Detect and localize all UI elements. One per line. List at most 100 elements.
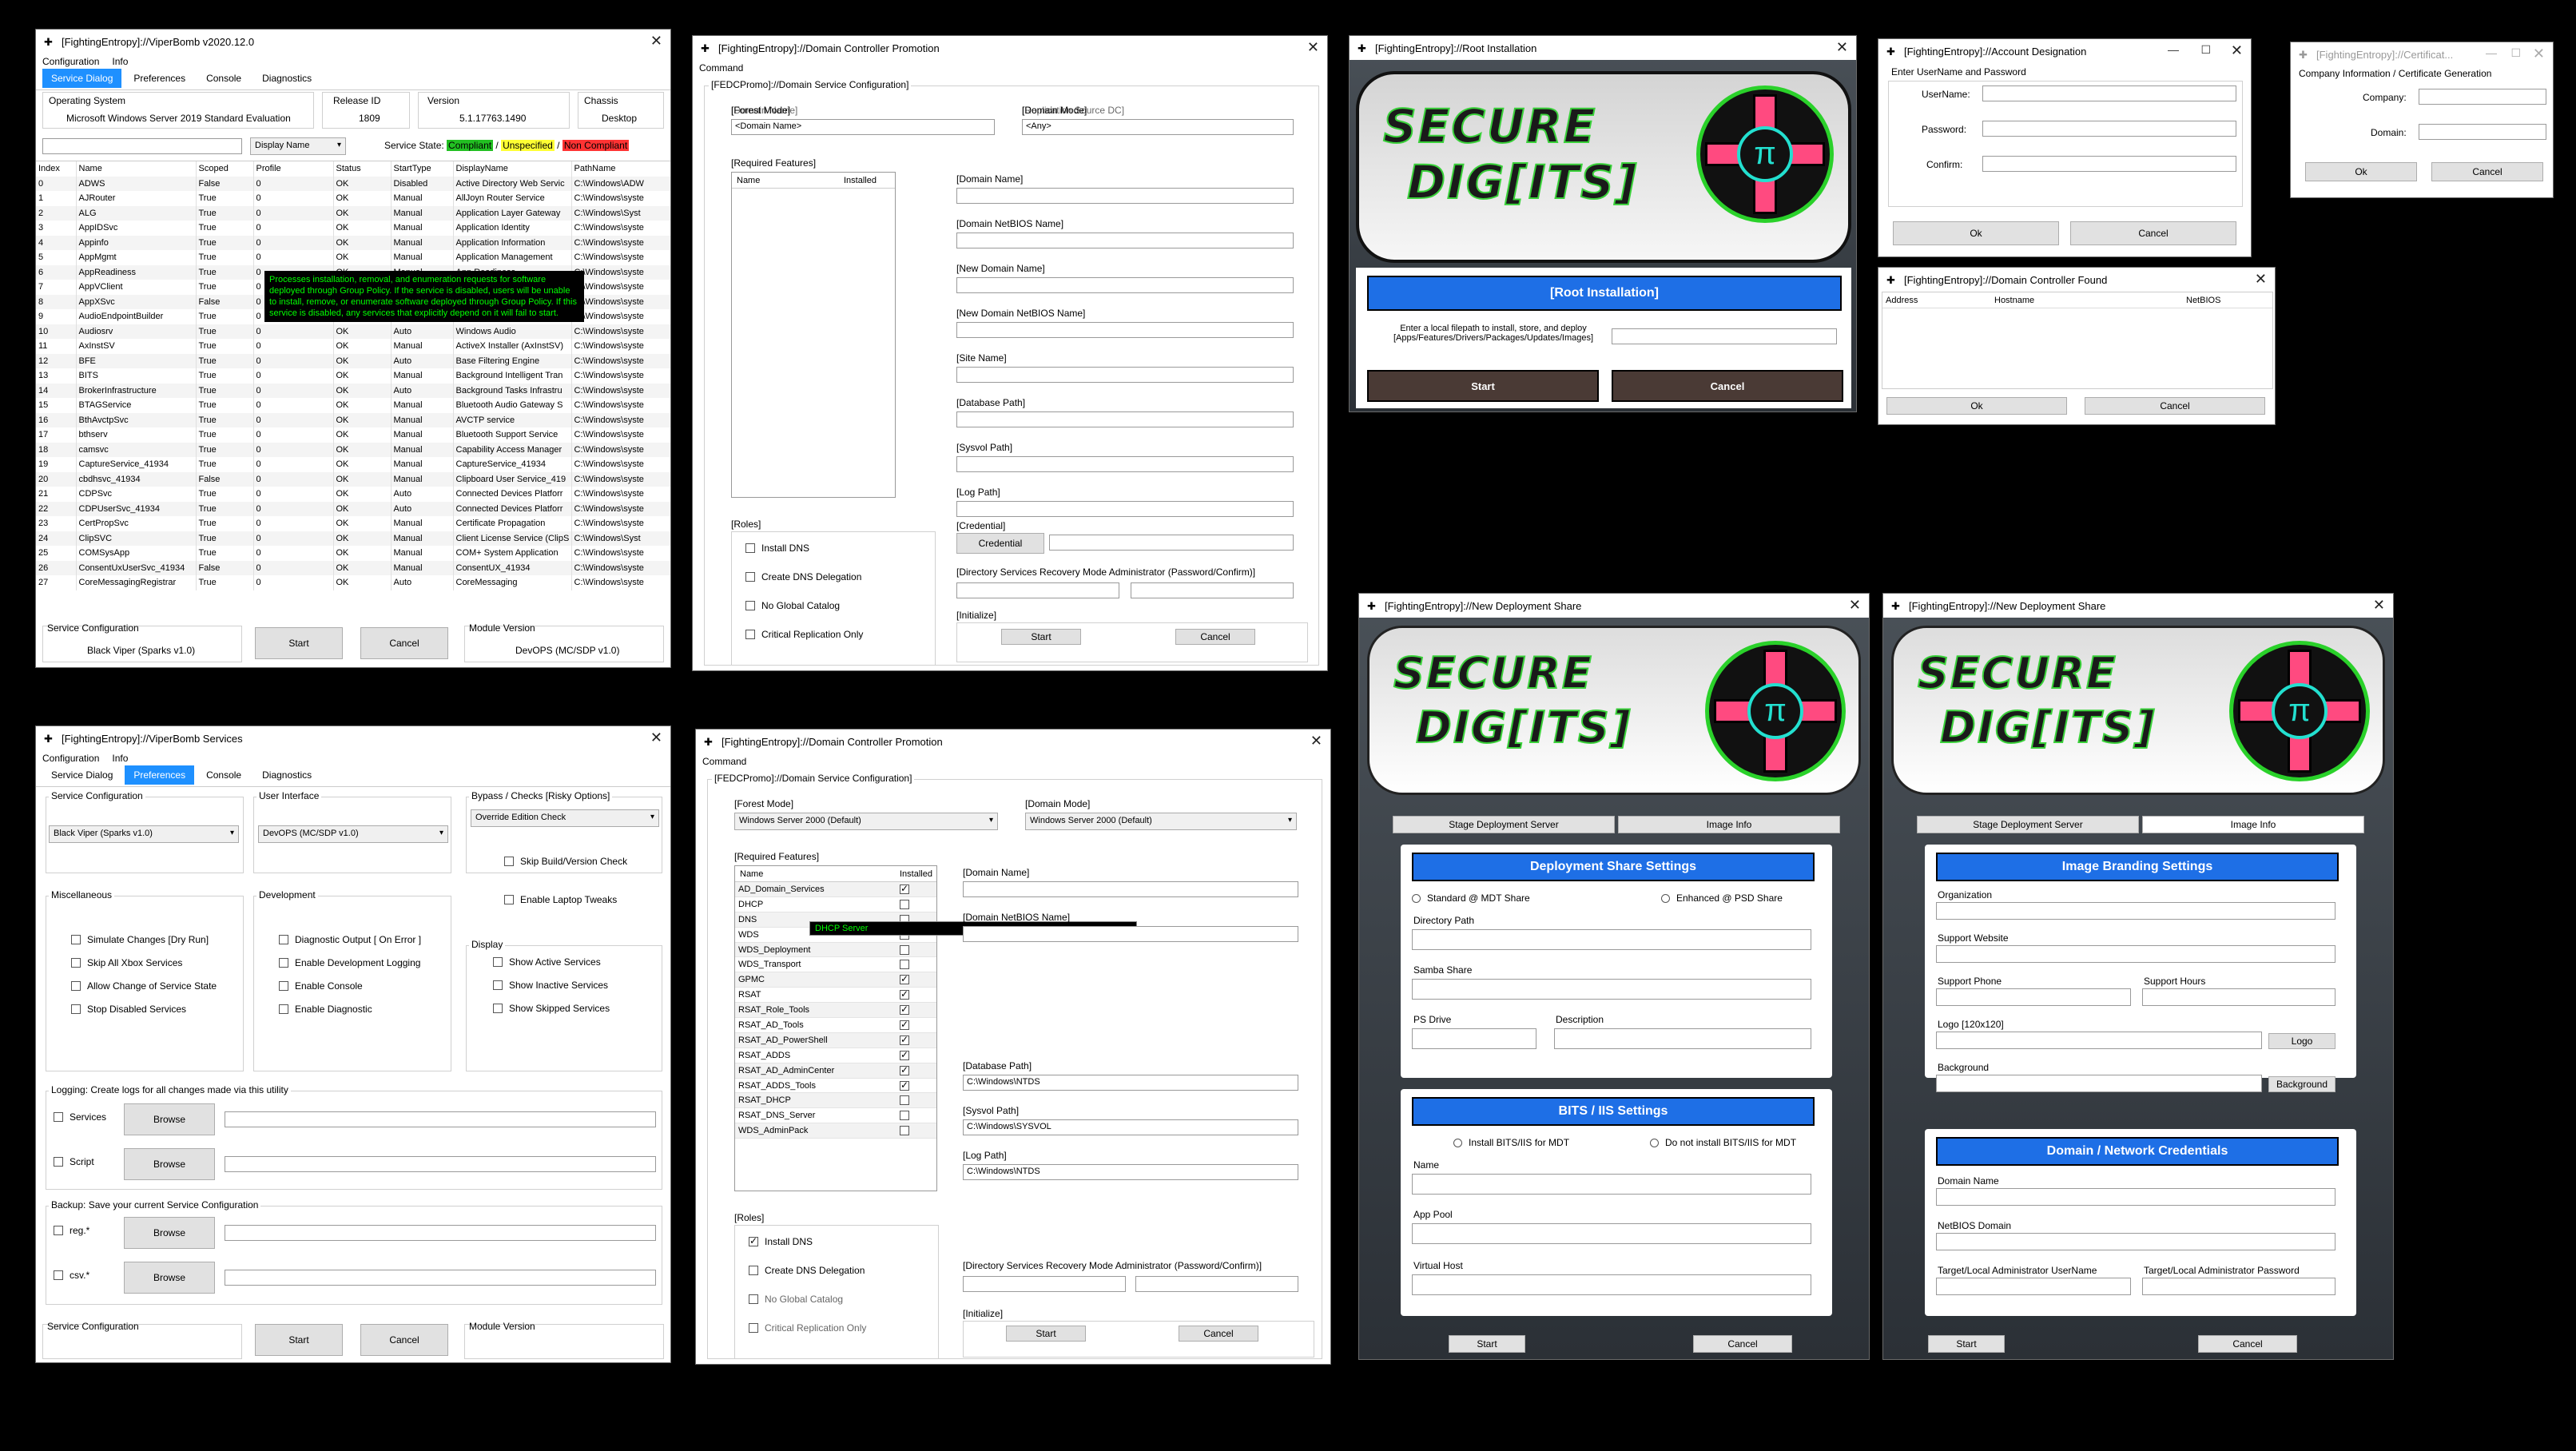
start-button[interactable]: Start (1006, 1326, 1086, 1342)
credential-input[interactable] (1049, 535, 1294, 551)
checkbox-box[interactable] (71, 935, 81, 944)
tab-preferences[interactable]: Preferences (125, 765, 195, 785)
feature-installed-checkbox[interactable] (900, 1019, 909, 1030)
replication-source-input[interactable]: <Any> (1022, 119, 1294, 135)
tab-preferences[interactable]: Preferences (125, 69, 194, 88)
no-bits-radio[interactable]: Do not install BITS/IIS for MDT (1650, 1137, 1796, 1148)
enable-laptop-checkbox[interactable]: Enable Laptop Tweaks (504, 894, 617, 905)
tab-stage-deployment[interactable]: Stage Deployment Server (1393, 816, 1615, 833)
start-button[interactable]: Start (255, 1324, 343, 1356)
feature-row[interactable]: RSAT (735, 988, 936, 1004)
role-checkbox[interactable]: Create DNS Delegation (749, 1265, 865, 1276)
path-input[interactable] (225, 1270, 656, 1286)
ok-button[interactable]: Ok (2305, 162, 2417, 181)
table-row[interactable]: 13 BITS True 0 OK Manual Background Intelligen… (36, 368, 670, 384)
role-checkbox[interactable]: Create DNS Delegation (745, 571, 861, 582)
cancel-button[interactable]: Cancel (1693, 1335, 1792, 1353)
browse-button[interactable]: Browse (124, 1103, 215, 1135)
display-checkbox[interactable]: Show Inactive Services (493, 980, 608, 991)
table-row[interactable]: 16 BthAvctpSvc True 0 OK Manual AVCTP service C… (36, 412, 670, 427)
netbios-domain-input[interactable] (1936, 1233, 2335, 1250)
display-checkbox[interactable]: Show Active Services (493, 956, 601, 968)
table-row[interactable]: 10 Audiosrv True 0 OK Auto Windows Audio C:\Win… (36, 324, 670, 339)
cancel-button[interactable]: Cancel (360, 1324, 448, 1356)
tab-stage-deployment[interactable]: Stage Deployment Server (1917, 816, 2139, 833)
path-input[interactable] (225, 1225, 656, 1241)
close-icon[interactable]: ✕ (1836, 39, 1848, 56)
features-list[interactable]: Name Installed (731, 172, 896, 498)
feature-installed-checkbox[interactable] (900, 1095, 909, 1106)
background-path-input[interactable] (1936, 1075, 2262, 1092)
feature-row[interactable]: RSAT_AD_AdminCenter (735, 1063, 936, 1079)
logo-browse-button[interactable]: Logo (2268, 1033, 2335, 1049)
feature-installed-checkbox[interactable] (900, 973, 909, 985)
feature-installed-checkbox[interactable] (900, 960, 909, 970)
checkbox-box[interactable] (279, 935, 288, 944)
name-input[interactable] (1412, 1174, 1811, 1195)
table-row[interactable]: 14 BrokerInfrastructure True 0 OK Auto Backgro… (36, 383, 670, 398)
browse-button[interactable]: Browse (124, 1262, 215, 1294)
log-checkbox[interactable]: reg.* (54, 1225, 89, 1236)
table-row[interactable]: 0 ADWS False 0 OK Disabled Active Directory We… (36, 176, 670, 191)
credential-button[interactable]: Credential (956, 533, 1044, 554)
background-browse-button[interactable]: Background (2268, 1076, 2335, 1092)
cancel-button[interactable]: Cancel (2070, 221, 2236, 245)
radio-dot[interactable] (1412, 893, 1421, 903)
checkbox-box[interactable] (745, 543, 755, 553)
radio-dot[interactable] (1661, 893, 1670, 903)
services-grid[interactable]: Index Name Scoped Profile Status StartType Dis… (36, 161, 670, 598)
role-checkbox[interactable]: Install DNS (749, 1235, 813, 1247)
table-row[interactable]: 12 BFE True 0 OK Auto Base Filtering Engine C:\… (36, 353, 670, 368)
field-input[interactable] (956, 322, 1294, 338)
feature-row[interactable]: WDS_AdminPack (735, 1123, 936, 1139)
domain-name-input[interactable] (1936, 1188, 2335, 1206)
checkbox-box[interactable] (749, 1235, 758, 1246)
field-input[interactable] (956, 501, 1294, 517)
feature-installed-checkbox[interactable] (900, 944, 909, 955)
field-input[interactable] (956, 456, 1294, 472)
ok-button[interactable]: Ok (1893, 221, 2059, 245)
feature-installed-checkbox[interactable] (900, 1034, 909, 1045)
menu-info[interactable]: Info (112, 753, 128, 764)
table-row[interactable]: 18 camsvc True 0 OK Manual Capability Access M… (36, 442, 670, 457)
dc-list[interactable]: Address Hostname NetBIOS (1882, 292, 2273, 389)
root-path-input[interactable] (1612, 328, 1837, 344)
maximize-icon[interactable]: ☐ (2200, 43, 2211, 57)
cancel-button[interactable]: Cancel (360, 627, 448, 659)
cancel-button[interactable]: Cancel (2085, 397, 2265, 415)
feature-installed-checkbox[interactable] (900, 1004, 909, 1016)
close-icon[interactable]: ✕ (2231, 42, 2243, 59)
samba-share-input[interactable] (1412, 979, 1811, 1000)
dsrm-confirm-input[interactable] (1135, 1276, 1298, 1292)
feature-row[interactable]: RSAT_AD_PowerShell (735, 1032, 936, 1048)
confirm-input[interactable] (1982, 156, 2236, 172)
field-input[interactable] (956, 188, 1294, 204)
field-input[interactable] (956, 233, 1294, 248)
close-icon[interactable]: ✕ (650, 33, 662, 50)
table-row[interactable]: 20 cbdhsvc_41934 False 0 OK Manual Clipboard U… (36, 471, 670, 487)
checkbox-box[interactable] (493, 980, 503, 990)
grid-header-cell[interactable]: Profile (253, 161, 334, 177)
misc-checkbox[interactable]: Stop Disabled Services (71, 1004, 186, 1015)
table-row[interactable]: 2 ALG True 0 OK Manual Application Layer Gatew… (36, 205, 670, 221)
close-icon[interactable]: ✕ (650, 729, 662, 746)
skip-build-checkbox[interactable]: Skip Build/Version Check (504, 856, 627, 867)
feature-row[interactable]: RSAT_ADDS_Tools (735, 1078, 936, 1094)
table-row[interactable]: 25 COMSysApp True 0 OK Manual COM+ System Appl… (36, 546, 670, 561)
feature-installed-checkbox[interactable] (900, 1126, 909, 1136)
forest-mode-select[interactable]: Windows Server 2000 (Default) (734, 813, 998, 830)
minimize-icon[interactable]: — (2168, 43, 2179, 56)
feature-installed-checkbox[interactable] (900, 1111, 909, 1121)
close-icon[interactable]: ✕ (1849, 597, 1861, 614)
field-input[interactable] (963, 881, 1298, 897)
feature-row[interactable]: RSAT_Role_Tools (735, 1003, 936, 1019)
field-input[interactable]: C:\Windows\NTDS (963, 1164, 1298, 1180)
path-input[interactable] (225, 1111, 656, 1127)
cancel-button[interactable]: Cancel (2198, 1335, 2297, 1353)
table-row[interactable]: 5 AppMgmt True 0 OK Manual Application Managem… (36, 250, 670, 265)
log-checkbox[interactable]: Services (54, 1111, 106, 1123)
misc-checkbox[interactable]: Simulate Changes [Dry Run] (71, 934, 209, 945)
radio-dot[interactable] (1453, 1138, 1462, 1147)
tab-console[interactable]: Console (197, 765, 250, 785)
search-input[interactable] (42, 138, 242, 154)
